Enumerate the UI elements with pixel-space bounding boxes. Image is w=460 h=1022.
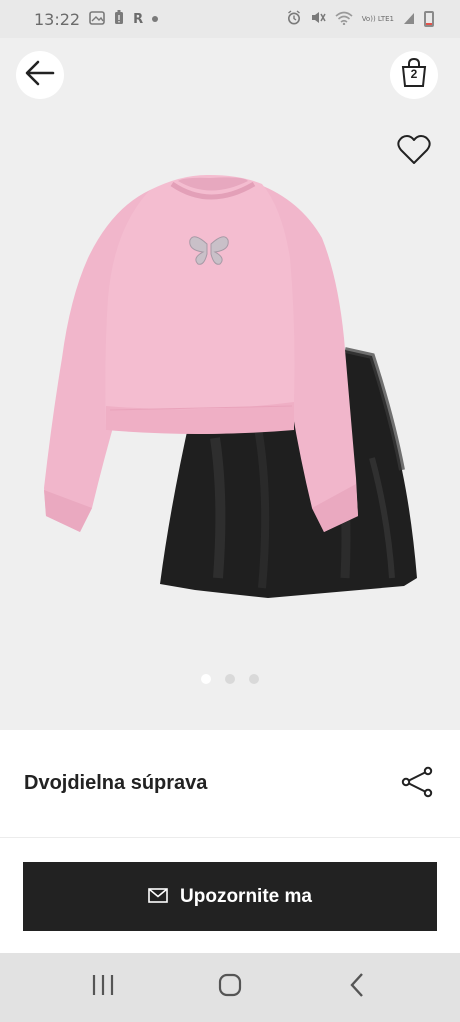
back-icon bbox=[349, 972, 365, 1003]
cta-area: Upozornite ma bbox=[0, 839, 460, 953]
battery-fill bbox=[426, 22, 432, 25]
home-icon bbox=[218, 973, 242, 1002]
battery-saver-icon bbox=[114, 9, 124, 29]
pagination-dot[interactable] bbox=[225, 674, 235, 684]
status-right: Vo)) LTE1 bbox=[287, 9, 434, 29]
network-label: Vo)) LTE1 bbox=[361, 14, 394, 23]
recent-apps-icon bbox=[91, 974, 115, 1001]
gallery-pagination bbox=[0, 674, 460, 684]
product-title-row: Dvojdielna súprava bbox=[0, 730, 460, 838]
battery-icon bbox=[424, 11, 434, 27]
pagination-dot[interactable] bbox=[201, 674, 211, 684]
notify-me-label: Upozornite ma bbox=[180, 885, 312, 907]
heart-icon bbox=[397, 134, 431, 170]
back-button[interactable] bbox=[16, 51, 64, 99]
favorite-button[interactable] bbox=[390, 128, 438, 176]
wifi-icon bbox=[335, 10, 353, 29]
product-image-gallery[interactable]: 2 bbox=[0, 38, 460, 730]
mail-icon bbox=[148, 887, 168, 906]
signal-icon bbox=[403, 10, 415, 29]
home-button[interactable] bbox=[200, 963, 260, 1013]
mute-icon bbox=[310, 10, 326, 29]
system-nav-bar bbox=[0, 953, 460, 1022]
status-time: 13:22 bbox=[34, 9, 81, 29]
share-icon bbox=[400, 766, 434, 803]
product-title: Dvojdielna súprava bbox=[24, 772, 208, 794]
recent-apps-button[interactable] bbox=[73, 963, 133, 1013]
status-bar: 13:22 R Vo)) LTE1 bbox=[0, 0, 460, 38]
bag-count-badge: 2 bbox=[410, 67, 418, 81]
shopping-bag-button[interactable]: 2 bbox=[390, 51, 438, 99]
notification-dot bbox=[152, 16, 159, 22]
alarm-icon bbox=[287, 9, 301, 29]
share-button[interactable] bbox=[397, 766, 437, 802]
system-back-button[interactable] bbox=[327, 963, 387, 1013]
notify-me-button[interactable]: Upozornite ma bbox=[23, 862, 437, 931]
status-left: 13:22 R bbox=[34, 9, 159, 29]
r-icon: R bbox=[133, 11, 144, 27]
gallery-icon bbox=[89, 10, 105, 29]
pagination-dot[interactable] bbox=[249, 674, 259, 684]
arrow-left-icon bbox=[25, 60, 55, 91]
